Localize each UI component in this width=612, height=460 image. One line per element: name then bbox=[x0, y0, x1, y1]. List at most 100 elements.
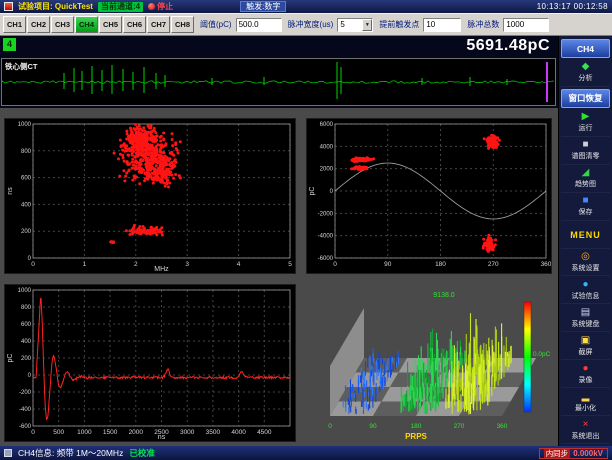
sidebar-item-label: 最小化 bbox=[575, 403, 596, 413]
threshold-input[interactable] bbox=[236, 18, 282, 32]
clock: 10:13:17 00:12:58 bbox=[537, 2, 608, 11]
sidebar-item-label: 系统设置 bbox=[572, 263, 600, 273]
sidebar-item-minimize[interactable]: ▂最小化 bbox=[561, 389, 610, 416]
run-icon: ▶ bbox=[582, 112, 590, 122]
channel-ch8-button[interactable]: CH8 bbox=[171, 16, 194, 33]
svg-text:90: 90 bbox=[384, 261, 392, 268]
sync-voltage: 内同步 0.000kV bbox=[539, 448, 608, 459]
channel-badge: 4 bbox=[3, 38, 16, 51]
clear-icon: ■ bbox=[582, 140, 588, 150]
prps-panel: 9138.00.0pC090180270360PRPS bbox=[306, 284, 552, 442]
toolbar: CH1CH2CH3CH4CH5CH6CH7CH8 阈值(pC) 脉冲宽度(us)… bbox=[0, 13, 612, 36]
current-channel-chip: 当前通道:4 bbox=[98, 2, 143, 12]
channel-ch4-button[interactable]: CH4 bbox=[75, 16, 98, 33]
sidebar-item-record[interactable]: ●录像 bbox=[561, 361, 610, 388]
project-label: 试验项目: QuickTest bbox=[18, 1, 93, 12]
channel-ch2-button[interactable]: CH2 bbox=[27, 16, 50, 33]
sidebar-item-screenshot[interactable]: ▣截屏 bbox=[561, 333, 610, 360]
keyboard-icon: ▤ bbox=[581, 308, 590, 318]
svg-text:pC: pC bbox=[7, 354, 14, 363]
svg-text:-600: -600 bbox=[19, 424, 32, 430]
svg-text:600: 600 bbox=[21, 322, 32, 328]
svg-text:360: 360 bbox=[497, 423, 508, 430]
sidebar-item-menu[interactable]: MENU bbox=[561, 222, 610, 249]
sidebar-item-exit[interactable]: ×系统退出 bbox=[561, 417, 610, 444]
svg-text:800: 800 bbox=[21, 149, 32, 155]
measurement-area: 4 5691.48pC 铁心侧CT bbox=[0, 36, 558, 108]
sidebar-item-window-restore[interactable]: 窗口恢复 bbox=[561, 89, 610, 108]
threshold-label: 阈值(pC) bbox=[200, 19, 232, 30]
svg-text:1000: 1000 bbox=[18, 288, 32, 294]
scope-label: 铁心侧CT bbox=[5, 61, 38, 72]
pd-reading: 5691.48pC bbox=[466, 37, 550, 55]
sidebar-item-system-settings[interactable]: ◎系统设置 bbox=[561, 250, 610, 277]
pulse-width-select[interactable]: 5 ▼ bbox=[337, 18, 373, 32]
pretrigger-input[interactable] bbox=[423, 18, 461, 32]
channel-ch3-button[interactable]: CH3 bbox=[51, 16, 74, 33]
svg-text:2: 2 bbox=[134, 261, 138, 268]
svg-text:90: 90 bbox=[369, 423, 377, 430]
gear-icon: ◎ bbox=[581, 252, 590, 262]
svg-text:4000: 4000 bbox=[231, 429, 246, 436]
sidebar-item-trend[interactable]: ◢趋势图 bbox=[561, 166, 610, 193]
info-icon: ● bbox=[582, 280, 588, 290]
svg-text:-400: -400 bbox=[19, 407, 32, 413]
prpd-panel: 090180270360-6000-4000-20000200040006000… bbox=[306, 118, 552, 274]
sidebar-item-system-keyboard[interactable]: ▤系统键盘 bbox=[561, 305, 610, 332]
title-bar: 试验项目: QuickTest 当前通道:4 停止 触发:数字 10:13:17… bbox=[0, 0, 612, 13]
sidebar-item-label: 运行 bbox=[579, 123, 593, 133]
sidebar-item-label: 录像 bbox=[579, 375, 593, 385]
sidebar-item-label: 截屏 bbox=[579, 347, 593, 357]
camera-icon: ▣ bbox=[581, 336, 590, 346]
stop-icon bbox=[148, 3, 155, 10]
status-bar: CH4信息: 频带 1M～20MHz 已校准 内同步 0.000kV bbox=[0, 446, 612, 460]
stop-button[interactable]: 停止 bbox=[148, 1, 173, 12]
app-icon bbox=[4, 2, 13, 11]
sidebar-item-label: 试验信息 bbox=[572, 291, 600, 301]
trigger-mode-chip[interactable]: 触发:数字 bbox=[240, 1, 286, 12]
svg-text:180: 180 bbox=[411, 423, 422, 430]
channel-info: CH4信息: 频带 1M～20MHz bbox=[18, 447, 123, 459]
svg-text:PRPS: PRPS bbox=[405, 432, 427, 441]
sidebar-item-save[interactable]: ■保存 bbox=[561, 194, 610, 221]
sidebar-item-spectrum-clear[interactable]: ■谱图清零 bbox=[561, 138, 610, 165]
sidebar-item-test-info[interactable]: ●试验信息 bbox=[561, 277, 610, 304]
svg-text:-200: -200 bbox=[19, 390, 32, 396]
svg-text:1: 1 bbox=[83, 261, 87, 268]
svg-text:180: 180 bbox=[435, 261, 446, 268]
pulse-total-input[interactable] bbox=[503, 18, 549, 32]
sidebar-item-ch4[interactable]: CH4 bbox=[561, 39, 610, 58]
tf-map-panel: 01234502004006008001000MHzns bbox=[4, 118, 296, 274]
channel-ch5-button[interactable]: CH5 bbox=[99, 16, 122, 33]
svg-text:0: 0 bbox=[333, 261, 337, 268]
sidebar-item-label: 系统键盘 bbox=[572, 319, 600, 329]
svg-text:1500: 1500 bbox=[103, 429, 118, 436]
chevron-down-icon: ▼ bbox=[362, 19, 372, 31]
scope-waveform bbox=[2, 59, 555, 105]
prpd-chart: 090180270360-6000-4000-20000200040006000… bbox=[307, 119, 551, 273]
sidebar-item-label: 趋势图 bbox=[575, 179, 596, 189]
pulse-waveform-panel: 050010001500200025003000350040004500-600… bbox=[4, 284, 296, 442]
trend-icon: ◢ bbox=[582, 168, 590, 178]
svg-text:3500: 3500 bbox=[206, 429, 221, 436]
pulse-total-label: 脉冲总数 bbox=[467, 19, 499, 30]
svg-text:270: 270 bbox=[488, 261, 499, 268]
sidebar-item-analysis[interactable]: ◆分析 bbox=[561, 60, 610, 87]
sidebar-item-run[interactable]: ▶运行 bbox=[561, 110, 610, 137]
pulse-waveform-chart: 050010001500200025003000350040004500-600… bbox=[5, 285, 295, 441]
save-icon: ■ bbox=[582, 196, 588, 206]
svg-text:6000: 6000 bbox=[320, 122, 334, 128]
svg-text:270: 270 bbox=[454, 423, 465, 430]
svg-text:1000: 1000 bbox=[18, 122, 32, 128]
channel-ch6-button[interactable]: CH6 bbox=[123, 16, 146, 33]
svg-text:9138.0: 9138.0 bbox=[433, 292, 455, 299]
svg-text:400: 400 bbox=[21, 339, 32, 345]
channel-ch7-button[interactable]: CH7 bbox=[147, 16, 170, 33]
svg-text:ns: ns bbox=[158, 434, 166, 441]
status-icon bbox=[4, 449, 12, 457]
svg-text:0: 0 bbox=[328, 423, 332, 430]
svg-text:600: 600 bbox=[21, 176, 32, 182]
channel-ch1-button[interactable]: CH1 bbox=[3, 16, 26, 33]
svg-text:4500: 4500 bbox=[257, 429, 272, 436]
svg-text:-6000: -6000 bbox=[318, 256, 334, 262]
